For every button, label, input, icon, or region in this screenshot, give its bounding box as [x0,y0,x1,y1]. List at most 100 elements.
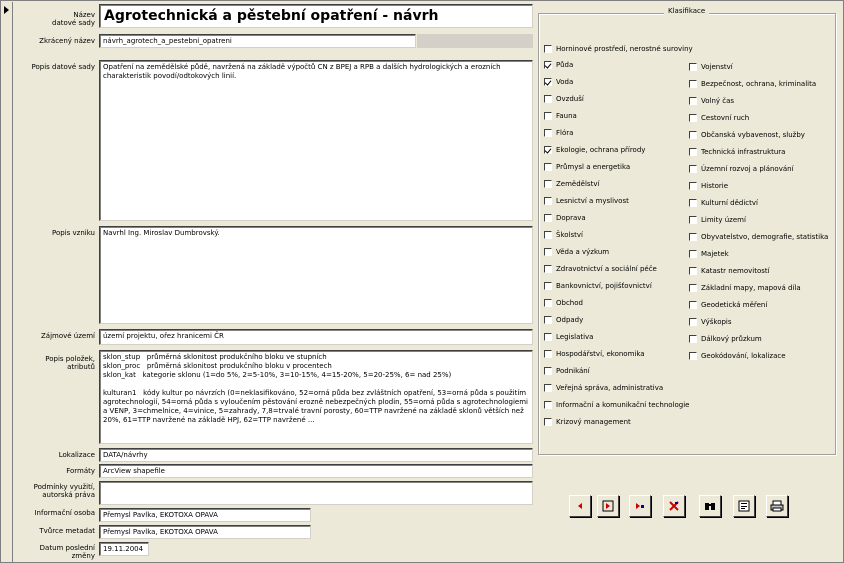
checkbox-historie[interactable]: Historie [689,180,728,191]
checkbox-unchecked-icon[interactable] [689,181,697,190]
checkbox-unchecked-icon[interactable] [544,94,552,103]
checkbox-podnikani[interactable]: Podnikání [544,365,590,376]
checkbox-ovzdusi[interactable]: Ovzduší [544,93,584,104]
checkbox-doprava[interactable]: Doprava [544,212,586,223]
checkbox-vojenstvi[interactable]: Vojenství [689,61,733,72]
checkbox-hospodarstvi-ekonomika[interactable]: Hospodářství, ekonomika [544,348,645,359]
next-record-button[interactable] [597,495,619,517]
checkbox-informacni-a-komunikacni-technologie[interactable]: Informační a komunikační technologie [544,399,689,410]
checkbox-unchecked-icon[interactable] [689,351,697,360]
checkbox-unchecked-icon[interactable] [544,128,552,137]
checkbox-checked-icon[interactable] [544,145,552,154]
nazev-field[interactable]: Agrotechnická a pěstební opatření - návr… [99,4,533,28]
checkbox-unchecked-icon[interactable] [689,317,697,326]
checkbox-unchecked-icon[interactable] [689,198,697,207]
checkbox-unchecked-icon[interactable] [689,79,697,88]
checkbox-unchecked-icon[interactable] [689,130,697,139]
checkbox-unchecked-icon[interactable] [544,417,552,426]
checkbox-unchecked-icon[interactable] [689,232,697,241]
zkraceny-nazev-field[interactable]: návrh_agrotech_a_pestebni_opatreni [99,34,416,48]
tvurce-metadat-field[interactable]: Přemysl Pavlka, EKOTOXA OPAVA [99,525,311,539]
checkbox-unchecked-icon[interactable] [544,383,552,392]
checkbox-unchecked-icon[interactable] [544,179,552,188]
checkbox-horninove-prostredi-nerostne-suroviny[interactable]: Horninové prostředí, nerostné suroviny [544,43,693,54]
checkbox-katastr-nemovitosti[interactable]: Katastr nemovitostí [689,265,770,276]
checkbox-unchecked-icon[interactable] [689,147,697,156]
checkbox-geokodovani-lokalizace[interactable]: Geokódování, lokalizace [689,350,786,361]
checkbox-skolstvi[interactable]: Školství [544,229,583,240]
checkbox-unchecked-icon[interactable] [544,111,552,120]
checkbox-limity-uzemi[interactable]: Limity území [689,214,746,225]
checkbox-unchecked-icon[interactable] [689,164,697,173]
checkbox-fauna[interactable]: Fauna [544,110,577,121]
checkbox-uzemni-rozvoj-a-planovani[interactable]: Územní rozvoj a plánování [689,163,794,174]
checkbox-unchecked-icon[interactable] [689,62,697,71]
checkbox-unchecked-icon[interactable] [544,349,552,358]
checkbox-zdravotnictvi-a-socialni-pece[interactable]: Zdravotnictví a sociální péče [544,263,657,274]
checkbox-unchecked-icon[interactable] [544,213,552,222]
print-button[interactable] [766,495,788,517]
checkbox-unchecked-icon[interactable] [689,334,697,343]
checkbox-obchod[interactable]: Obchod [544,297,583,308]
checkbox-geodeticka-mereni[interactable]: Geodetická měření [689,299,767,310]
checkbox-unchecked-icon[interactable] [544,315,552,324]
checkbox-checked-icon[interactable] [544,77,552,86]
find-button[interactable] [699,495,721,517]
checkbox-veda-a-vyzkum[interactable]: Věda a výzkum [544,246,609,257]
checkbox-unchecked-icon[interactable] [689,249,697,258]
checkbox-odpady[interactable]: Odpady [544,314,583,325]
checkbox-checked-icon[interactable] [544,60,552,69]
checkbox-ekologie-ochrana-prirody[interactable]: Ekologie, ochrana přírody [544,144,645,155]
checkbox-unchecked-icon[interactable] [689,283,697,292]
popis-polozek-field[interactable]: sklon_stup průměrná sklonitost produkční… [99,350,533,444]
checkbox-krizovy-management[interactable]: Krizový management [544,416,631,427]
new-record-button[interactable] [629,495,651,517]
zajmove-uzemi-field[interactable]: území projektu, ořez hranicemi ČR [99,329,533,345]
checkbox-dalkovy-pruzkum[interactable]: Dálkový průzkum [689,333,762,344]
datum-zmeny-field[interactable]: 19.11.2004 [99,542,149,556]
popis-vzniku-field[interactable]: Navrhl Ing. Miroslav Dumbrovský. [99,226,533,324]
delete-record-button[interactable] [663,495,685,517]
checkbox-obyvatelstvo-demografie-statistika[interactable]: Obyvatelstvo, demografie, statistika [689,231,828,242]
checkbox-verejna-sprava-administrativa[interactable]: Veřejná správa, administrativa [544,382,663,393]
popis-datove-sady-field[interactable]: Opatření na zemědělské půdě, navržená na… [99,60,533,221]
checkbox-unchecked-icon[interactable] [689,215,697,224]
checkbox-unchecked-icon[interactable] [544,332,552,341]
checkbox-kulturni-dedictvi[interactable]: Kulturní dědictví [689,197,758,208]
checkbox-unchecked-icon[interactable] [544,264,552,273]
checkbox-unchecked-icon[interactable] [689,96,697,105]
checkbox-voda[interactable]: Voda [544,76,573,87]
checkbox-unchecked-icon[interactable] [689,266,697,275]
checkbox-unchecked-icon[interactable] [544,230,552,239]
checkbox-volny-cas[interactable]: Volný čas [689,95,734,106]
formaty-field[interactable]: ArcView shapefile [99,464,533,478]
checkbox-prumysl-a-energetika[interactable]: Průmysl a energetika [544,161,630,172]
checkbox-unchecked-icon[interactable] [689,113,697,122]
informacni-osoba-field[interactable]: Přemysl Pavlka, EKOTOXA OPAVA [99,508,311,522]
checkbox-bankovnictvi-pojistovnictvi[interactable]: Bankovnictví, pojišťovnictví [544,280,652,291]
checkbox-unchecked-icon[interactable] [544,247,552,256]
checkbox-lesnictvi-a-myslivost[interactable]: Lesnictví a myslivost [544,195,629,206]
checkbox-bezpecnost-ochrana-kriminalita[interactable]: Bezpečnost, ochrana, kriminalita [689,78,816,89]
checkbox-technicka-infrastruktura[interactable]: Technická infrastruktura [689,146,785,157]
checkbox-obcanska-vybavenost-sluzby[interactable]: Občanská vybavenost, služby [689,129,805,140]
checkbox-vyskopis[interactable]: Výškopis [689,316,732,327]
checkbox-zakladni-mapy-mapova-dila[interactable]: Základní mapy, mapová díla [689,282,801,293]
checkbox-unchecked-icon[interactable] [544,366,552,375]
checkbox-unchecked-icon[interactable] [689,300,697,309]
checkbox-flora[interactable]: Flóra [544,127,573,138]
checkbox-puda[interactable]: Půda [544,59,573,70]
checkbox-unchecked-icon[interactable] [544,162,552,171]
checkbox-legislativa[interactable]: Legislativa [544,331,593,342]
podminky-vyuziti-field[interactable] [99,481,533,505]
previous-record-button[interactable] [569,495,591,517]
checkbox-zemedelstvi[interactable]: Zemědělství [544,178,599,189]
checkbox-unchecked-icon[interactable] [544,196,552,205]
checkbox-unchecked-icon[interactable] [544,44,552,53]
checkbox-majetek[interactable]: Majetek [689,248,729,259]
lokalizace-field[interactable]: DATA/návrhy [99,448,533,462]
checkbox-cestovni-ruch[interactable]: Cestovní ruch [689,112,749,123]
checkbox-unchecked-icon[interactable] [544,281,552,290]
report-button[interactable] [733,495,755,517]
record-selector[interactable] [2,2,13,562]
